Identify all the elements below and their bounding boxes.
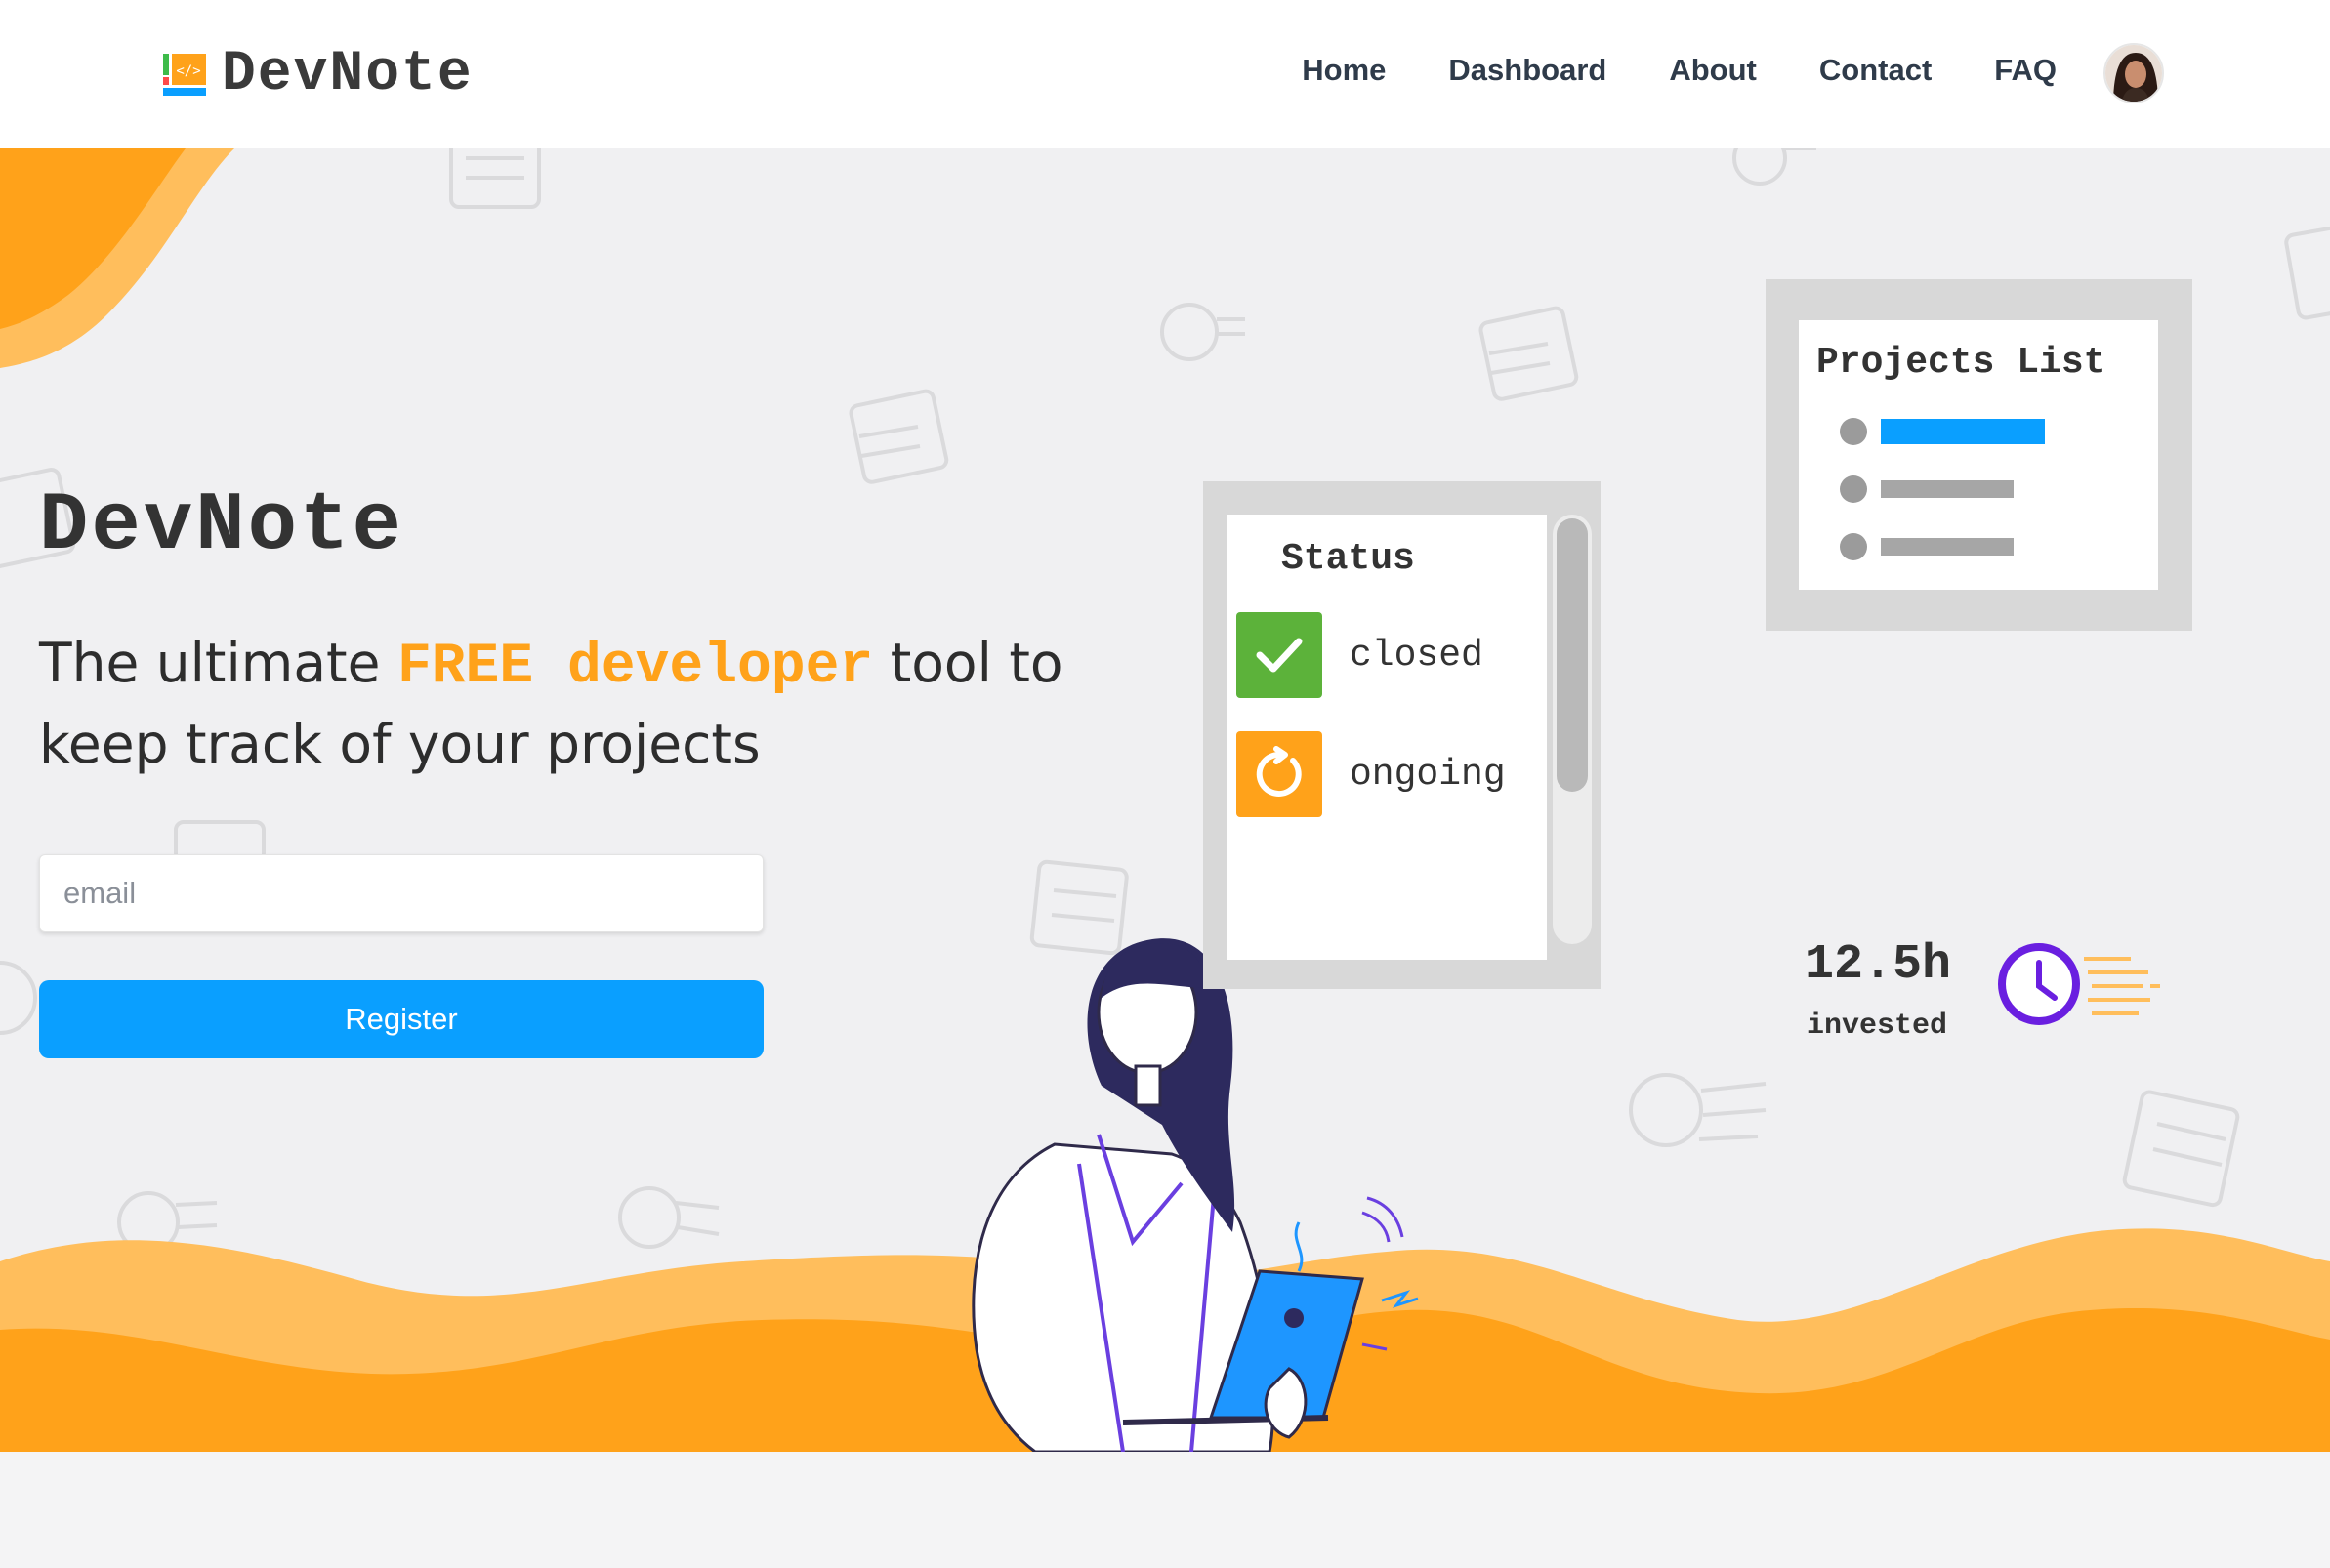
project-list-item (1840, 418, 2045, 445)
hero-subtitle: The ultimate FREE developer tool to keep… (39, 625, 1162, 782)
hero-section: DevNote The ultimate FREE developer tool… (0, 148, 2330, 1452)
subtitle-highlight: FREE developer (396, 636, 874, 699)
nav-home[interactable]: Home (1302, 53, 1386, 88)
status-scrollbar[interactable] (1553, 515, 1592, 944)
navbar: </> DevNote Home Dashboard About Contact… (0, 0, 2330, 148)
code-book-icon: </> (163, 53, 206, 96)
nav-dashboard[interactable]: Dashboard (1448, 53, 1606, 88)
project-bar (1881, 480, 2014, 498)
svg-text:</>: </> (176, 63, 200, 79)
check-icon (1236, 612, 1322, 698)
status-item-ongoing: ongoing (1236, 731, 1506, 817)
status-label-closed: closed (1350, 634, 1483, 677)
status-scrollbar-thumb[interactable] (1557, 518, 1588, 792)
register-button[interactable]: Register (39, 980, 764, 1058)
projects-card: Projects List (1766, 279, 2192, 631)
status-label-ongoing: ongoing (1350, 753, 1506, 796)
bullet-icon (1840, 475, 1867, 503)
bullet-icon (1840, 418, 1867, 445)
project-list-item (1840, 533, 2014, 560)
nav-contact[interactable]: Contact (1819, 53, 1932, 88)
user-avatar-icon (2105, 45, 2162, 102)
email-field[interactable] (39, 854, 764, 932)
logo[interactable]: </> DevNote (163, 43, 474, 106)
status-panel: Status closed ongoing (1227, 515, 1547, 960)
projects-panel: Projects List (1799, 320, 2158, 590)
status-title: Status (1281, 538, 1415, 580)
status-item-closed: closed (1236, 612, 1483, 698)
time-label: invested (1807, 1010, 1948, 1043)
brand-name: DevNote (222, 43, 474, 106)
subtitle-text-pre: The ultimate (39, 632, 397, 694)
nav-faq[interactable]: FAQ (1994, 53, 2057, 88)
time-value: 12.5h (1805, 937, 1952, 993)
project-bar (1881, 538, 2014, 556)
refresh-icon (1236, 731, 1322, 817)
clock-icon (1998, 943, 2160, 1025)
projects-title: Projects List (1816, 342, 2106, 384)
page-footer-area (0, 1452, 2330, 1568)
avatar[interactable] (2103, 43, 2164, 103)
hero-title: DevNote (39, 480, 404, 573)
bullet-icon (1840, 533, 1867, 560)
nav-about[interactable]: About (1669, 53, 1757, 88)
main-nav: Home Dashboard About Contact FAQ (1302, 53, 2057, 88)
project-list-item (1840, 475, 2014, 503)
status-card: Status closed ongoing (1203, 481, 1601, 989)
project-bar-active (1881, 419, 2045, 444)
